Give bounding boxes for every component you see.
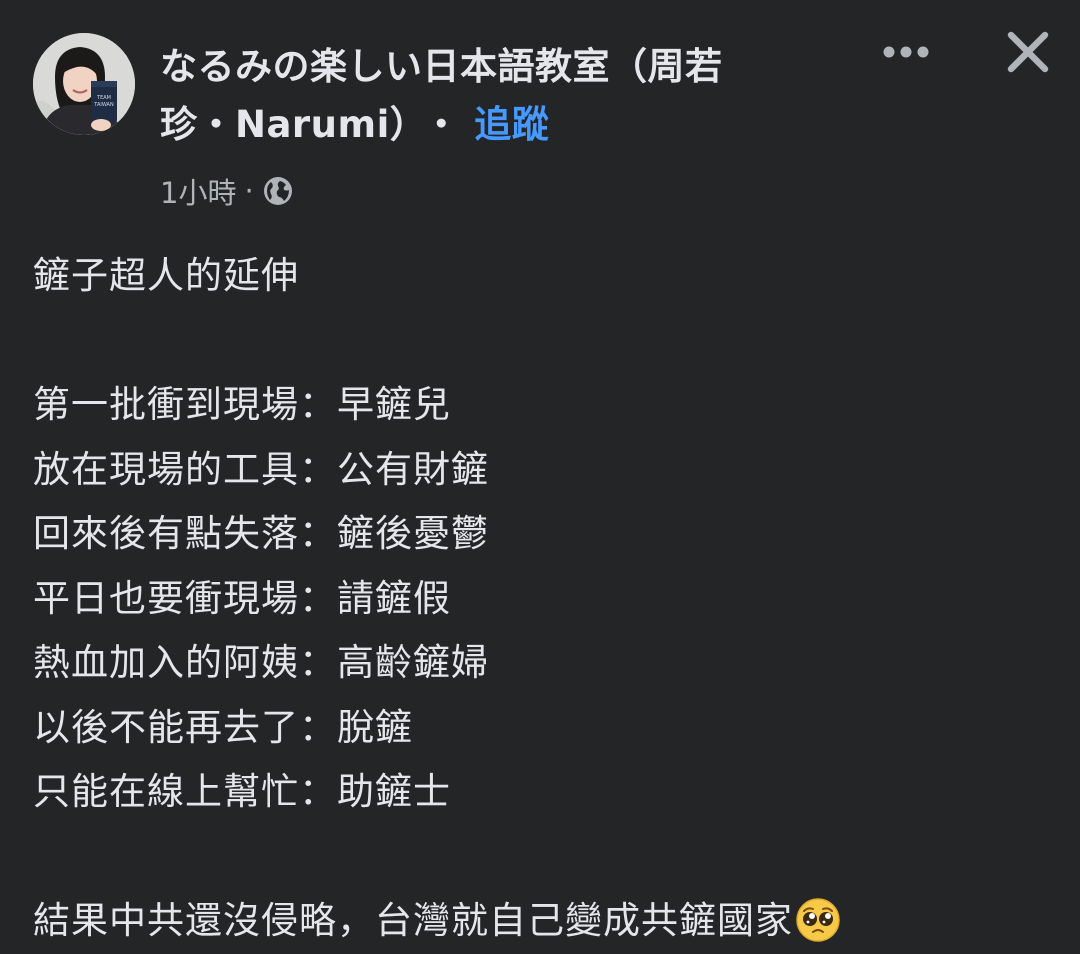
post-title: 鏟子超人的延伸	[33, 254, 299, 297]
author-name-line-1[interactable]: なるみの楽しい日本語教室（周若	[160, 38, 840, 96]
post-closing-text: 結果中共還沒侵略，台灣就自己變成共鏟國家	[33, 899, 793, 942]
svg-text:TAIWAN: TAIWAN	[93, 102, 114, 108]
post-line: 第一批衝到現場：早鏟兒	[33, 383, 451, 426]
more-options-icon	[883, 46, 929, 58]
post-line: 回來後有點失落：鏟後憂鬱	[33, 512, 489, 555]
avatar-image: TEAM TAIWAN	[33, 33, 135, 135]
post-line: 平日也要衝現場：請鏟假	[33, 576, 451, 620]
author-name-line-2-text[interactable]: 珍・Narumi）	[160, 103, 409, 146]
close-button[interactable]	[1000, 24, 1056, 80]
post-line: 放在現場的工具：公有財鏟	[33, 447, 489, 491]
post-body: 鏟子超人的延伸 第一批衝到現場：早鏟兒 放在現場的工具：公有財鏟 回來後有點失落…	[33, 244, 1053, 954]
post-timestamp[interactable]: 1小時	[160, 170, 236, 212]
post-line: 熱血加入的阿姨：高齡鏟婦	[33, 641, 489, 684]
meta-dot: ·	[244, 174, 254, 208]
post-line: 只能在線上幫忙：助鏟士	[33, 770, 451, 813]
author-name-line-2: 珍・Narumi） ・追蹤	[160, 96, 840, 154]
follow-button[interactable]: 追蹤	[474, 103, 549, 146]
post-closing-line: 結果中共還沒侵略，台灣就自己變成共鏟國家	[33, 889, 1053, 954]
post-meta: 1小時 ·	[160, 172, 294, 210]
svg-text:TEAM: TEAM	[96, 95, 111, 101]
post-line: 以後不能再去了：脫鏟	[33, 705, 413, 749]
follow-separator: ・	[422, 103, 461, 146]
more-options-button[interactable]	[876, 30, 936, 74]
close-icon	[1007, 31, 1049, 73]
author-header: なるみの楽しい日本語教室（周若 珍・Narumi） ・追蹤	[160, 38, 840, 154]
pleading-face-emoji-icon	[795, 897, 841, 943]
globe-icon[interactable]	[262, 175, 294, 207]
avatar[interactable]: TEAM TAIWAN	[33, 33, 135, 135]
facebook-post: TEAM TAIWAN なるみの楽しい日本語教室（周若 珍・Narumi） ・追蹤…	[0, 0, 1080, 942]
